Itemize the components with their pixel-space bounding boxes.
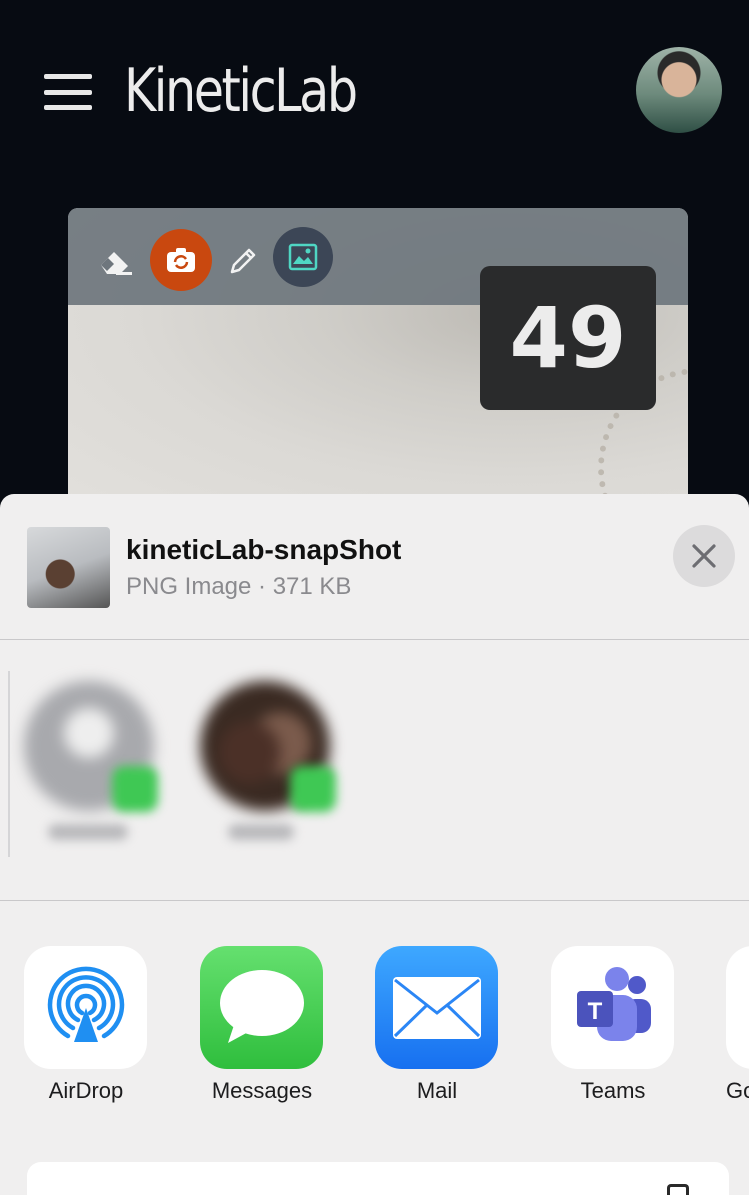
gallery-icon[interactable] (273, 227, 333, 287)
contact-name-blurred (228, 824, 294, 840)
app-label: Messages (211, 1078, 313, 1103)
contacts-edge (8, 671, 10, 857)
close-button[interactable] (673, 525, 735, 587)
menu-bar (44, 74, 92, 79)
share-apps-row: AirDrop Messages Mail T Teams G (0, 946, 749, 1106)
user-avatar[interactable] (636, 47, 722, 133)
messages-icon (200, 946, 323, 1069)
teams-icon: T (551, 946, 674, 1069)
hamburger-menu-icon[interactable] (44, 74, 92, 110)
app-label: Go (726, 1078, 749, 1103)
file-thumbnail (27, 527, 110, 608)
eraser-icon[interactable] (96, 242, 136, 282)
file-name: kineticLab-snapShot (126, 534, 402, 565)
messages-badge-icon (290, 766, 336, 812)
svg-text:T: T (587, 998, 602, 1025)
share-actions-list[interactable] (27, 1162, 729, 1195)
share-sheet: kineticLab-snapShot PNG Image · 371 KB A… (0, 494, 749, 1195)
snapshot-preview: 49 (68, 208, 688, 508)
pencil-icon[interactable] (222, 240, 264, 282)
share-app-messages[interactable]: Messages (200, 946, 324, 1104)
divider (0, 639, 749, 640)
app-label: Teams (580, 1078, 646, 1103)
countdown-counter: 49 (480, 266, 656, 410)
app-title: KineticLab (124, 56, 358, 126)
menu-bar (44, 105, 92, 110)
close-icon (692, 544, 716, 568)
menu-bar (44, 89, 92, 95)
contact-name-blurred (48, 824, 128, 840)
copy-icon (667, 1184, 689, 1195)
share-app-airdrop[interactable]: AirDrop (24, 946, 148, 1104)
file-meta: PNG Image · 371 KB (126, 573, 352, 600)
mail-icon (375, 946, 498, 1069)
google-icon (726, 946, 749, 1069)
share-app-mail[interactable]: Mail (375, 946, 499, 1104)
app-label: AirDrop (48, 1078, 124, 1103)
divider (0, 900, 749, 901)
share-app-teams[interactable]: T Teams (551, 946, 675, 1104)
suggested-contacts (0, 641, 749, 899)
airdrop-icon (24, 946, 147, 1069)
share-app-google[interactable]: Go (726, 946, 749, 1104)
camera-switch-icon[interactable] (150, 229, 212, 291)
messages-badge-icon (112, 766, 158, 812)
app-label: Mail (416, 1078, 458, 1103)
